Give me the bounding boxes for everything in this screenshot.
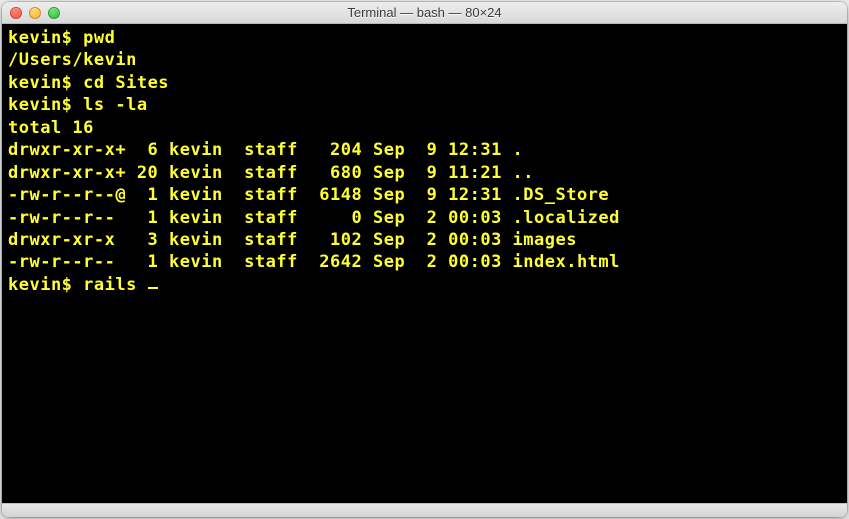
prompt: kevin$ xyxy=(8,73,83,93)
cursor-icon xyxy=(148,287,158,289)
command-text: pwd xyxy=(83,28,115,48)
command-text: rails xyxy=(83,275,147,295)
prompt: kevin$ xyxy=(8,28,83,48)
listing-text: drwxr-xr-x+ 20 kevin staff 680 Sep 9 11:… xyxy=(8,163,534,183)
prompt: kevin$ xyxy=(8,95,83,115)
prompt-line: kevin$ cd Sites xyxy=(8,72,841,94)
titlebar[interactable]: Terminal — bash — 80×24 xyxy=(2,2,847,24)
output-text: /Users/kevin xyxy=(8,50,137,70)
window-bottom-chrome xyxy=(2,503,847,517)
listing-text: drwxr-xr-x 3 kevin staff 102 Sep 2 00:03… xyxy=(8,230,577,250)
listing-row: drwxr-xr-x+ 20 kevin staff 680 Sep 9 11:… xyxy=(8,162,841,184)
output-text: total 16 xyxy=(8,118,94,138)
command-text: cd Sites xyxy=(83,73,169,93)
listing-row: -rw-r--r-- 1 kevin staff 0 Sep 2 00:03 .… xyxy=(8,207,841,229)
command-text: ls -la xyxy=(83,95,147,115)
terminal-window: Terminal — bash — 80×24 kevin$ pwd/Users… xyxy=(2,2,847,517)
listing-text: drwxr-xr-x+ 6 kevin staff 204 Sep 9 12:3… xyxy=(8,140,523,160)
terminal-content[interactable]: kevin$ pwd/Users/kevinkevin$ cd Siteskev… xyxy=(2,24,847,503)
listing-text: -rw-r--r-- 1 kevin staff 2642 Sep 2 00:0… xyxy=(8,252,620,272)
prompt: kevin$ xyxy=(8,275,83,295)
zoom-icon[interactable] xyxy=(48,7,60,19)
listing-row: -rw-r--r--@ 1 kevin staff 6148 Sep 9 12:… xyxy=(8,184,841,206)
window-controls xyxy=(2,7,60,19)
minimize-icon[interactable] xyxy=(29,7,41,19)
output-line: total 16 xyxy=(8,117,841,139)
listing-text: -rw-r--r--@ 1 kevin staff 6148 Sep 9 12:… xyxy=(8,185,609,205)
close-icon[interactable] xyxy=(10,7,22,19)
window-title: Terminal — bash — 80×24 xyxy=(347,5,501,20)
current-prompt-line: kevin$ rails xyxy=(8,274,841,296)
prompt-line: kevin$ ls -la xyxy=(8,94,841,116)
prompt-line: kevin$ pwd xyxy=(8,27,841,49)
listing-row: drwxr-xr-x 3 kevin staff 102 Sep 2 00:03… xyxy=(8,229,841,251)
output-line: /Users/kevin xyxy=(8,49,841,71)
listing-row: drwxr-xr-x+ 6 kevin staff 204 Sep 9 12:3… xyxy=(8,139,841,161)
listing-row: -rw-r--r-- 1 kevin staff 2642 Sep 2 00:0… xyxy=(8,251,841,273)
listing-text: -rw-r--r-- 1 kevin staff 0 Sep 2 00:03 .… xyxy=(8,208,620,228)
